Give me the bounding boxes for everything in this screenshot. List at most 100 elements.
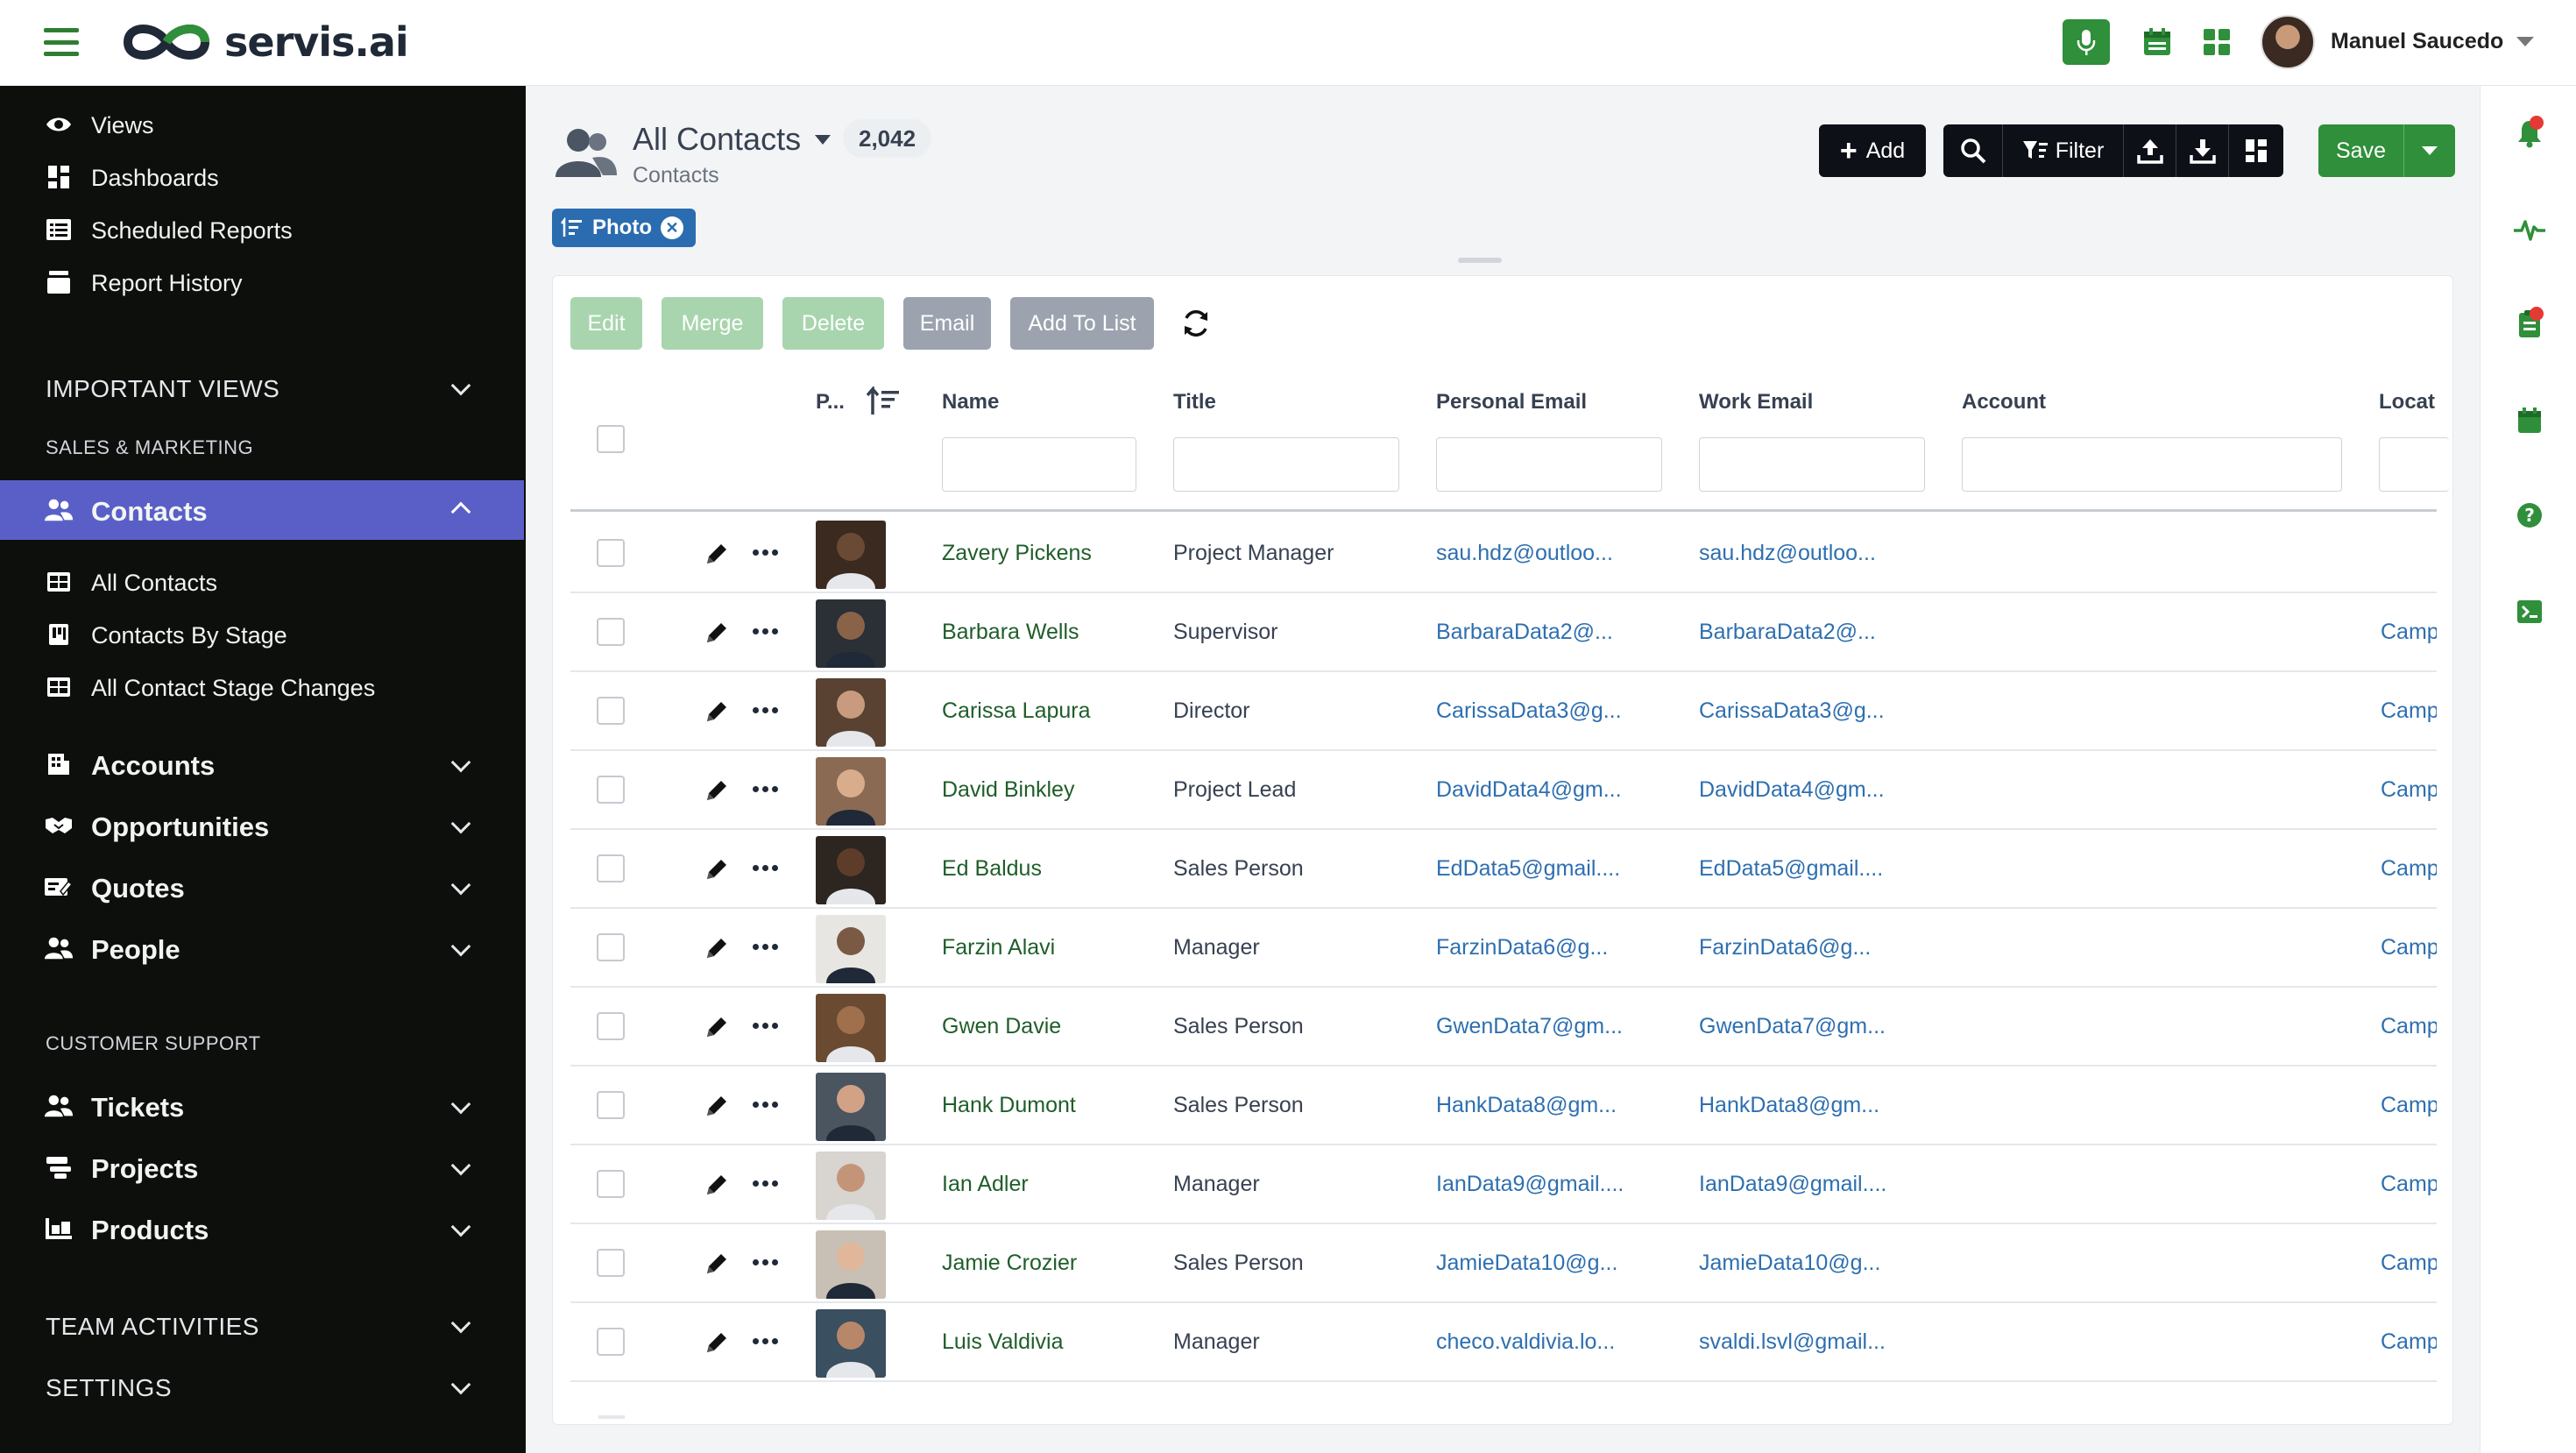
contact-photo[interactable] (816, 915, 886, 983)
row-checkbox[interactable] (597, 539, 625, 567)
contact-name[interactable]: Ian Adler (942, 1172, 1161, 1197)
location-cell[interactable]: Camp (2381, 856, 2437, 882)
table-row[interactable]: Farzin Alavi Manager FarzinData6@g... Farzi… (570, 909, 2437, 988)
location-cell[interactable]: Camp (2381, 1251, 2437, 1276)
save-button[interactable]: Save (2318, 124, 2404, 177)
row-checkbox[interactable] (597, 1012, 625, 1040)
contact-photo[interactable] (816, 678, 886, 747)
sidebar-item-people[interactable]: People (0, 927, 526, 971)
column-header-account[interactable]: Account (1962, 390, 2046, 415)
contact-name[interactable]: Carissa Lapura (942, 698, 1161, 724)
sidebar-item-opportunities[interactable]: Opportunities (0, 804, 526, 848)
table-row[interactable]: Ed Baldus Sales Person EdData5@gmail.... Ed… (570, 830, 2437, 909)
chevron-down-icon[interactable] (450, 1155, 471, 1176)
location-cell[interactable]: Camp (2381, 1093, 2437, 1118)
table-row[interactable]: Hank Dumont Sales Person HankData8@gm... Ha… (570, 1067, 2437, 1145)
layout-button[interactable] (2229, 124, 2283, 177)
user-avatar[interactable] (2261, 15, 2315, 69)
location-cell[interactable]: Camp (2381, 698, 2437, 724)
work-email-link[interactable]: JamieData10@g... (1699, 1251, 1944, 1276)
chevron-down-icon[interactable] (450, 1374, 471, 1395)
edit-pencil-icon[interactable] (704, 1014, 730, 1040)
chevron-up-icon[interactable] (450, 501, 471, 522)
edit-pencil-icon[interactable] (704, 620, 730, 646)
sidebar-item-views[interactable]: Views (0, 105, 526, 144)
location-cell[interactable]: Camp (2381, 935, 2437, 960)
page-title[interactable]: All Contacts (633, 121, 801, 158)
microphone-button[interactable] (2063, 19, 2110, 65)
contact-photo[interactable] (816, 1073, 886, 1141)
column-header-personal-email[interactable]: Personal Email (1436, 390, 1587, 415)
row-checkbox[interactable] (597, 1328, 625, 1356)
contact-name[interactable]: Ed Baldus (942, 856, 1161, 882)
row-checkbox[interactable] (597, 776, 625, 804)
work-email-link[interactable]: IanData9@gmail.... (1699, 1172, 1944, 1197)
more-options-icon[interactable] (753, 1180, 778, 1187)
apps-grid-icon[interactable] (2199, 25, 2234, 60)
work-email-filter-input[interactable] (1699, 437, 1925, 492)
personal-email-link[interactable]: GwenData7@gm... (1436, 1014, 1681, 1039)
location-cell[interactable]: Camp (2381, 777, 2437, 803)
personal-email-link[interactable]: FarzinData6@g... (1436, 935, 1681, 960)
remove-chip-icon[interactable]: ✕ (660, 216, 683, 239)
row-checkbox[interactable] (597, 618, 625, 646)
search-button[interactable] (1943, 124, 2003, 177)
personal-email-link[interactable]: BarbaraData2@... (1436, 620, 1681, 645)
column-header-photo[interactable]: P... (816, 390, 851, 415)
select-all-checkbox[interactable] (597, 425, 625, 453)
work-email-link[interactable]: GwenData7@gm... (1699, 1014, 1944, 1039)
table-row[interactable]: Zavery Pickens Project Manager sau.hdz@out… (570, 514, 2437, 593)
contact-photo[interactable] (816, 1152, 886, 1220)
work-email-link[interactable]: CarissaData3@g... (1699, 698, 1944, 724)
location-cell[interactable]: Camp (2381, 1172, 2437, 1197)
account-filter-input[interactable] (1962, 437, 2342, 492)
edit-button[interactable]: Edit (570, 297, 642, 350)
column-header-work-email[interactable]: Work Email (1699, 390, 1813, 415)
table-row[interactable]: Jamie Crozier Sales Person JamieData10@g..… (570, 1224, 2437, 1303)
table-row[interactable]: Luis Valdivia Manager checo.valdivia.lo...… (570, 1303, 2437, 1382)
more-options-icon[interactable] (753, 1023, 778, 1029)
work-email-link[interactable]: sau.hdz@outloo... (1699, 541, 1944, 566)
work-email-link[interactable]: BarbaraData2@... (1699, 620, 1944, 645)
task-list-icon[interactable] (2512, 307, 2547, 342)
add-to-list-button[interactable]: Add To List (1010, 297, 1154, 350)
chevron-down-icon[interactable] (450, 1313, 471, 1334)
chevron-down-icon[interactable] (450, 1094, 471, 1115)
title-filter-input[interactable] (1173, 437, 1399, 492)
edit-pencil-icon[interactable] (704, 777, 730, 804)
chevron-down-icon[interactable] (450, 1216, 471, 1237)
personal-email-link[interactable]: IanData9@gmail.... (1436, 1172, 1681, 1197)
column-header-name[interactable]: Name (942, 390, 999, 415)
contact-name[interactable]: Barbara Wells (942, 620, 1161, 645)
more-options-icon[interactable] (753, 865, 778, 871)
download-button[interactable] (2176, 124, 2229, 177)
logo[interactable]: servis.ai (121, 12, 409, 72)
sidebar-item-dashboards[interactable]: Dashboards (0, 158, 526, 196)
location-filter-input[interactable] (2379, 437, 2449, 492)
user-name[interactable]: Manuel Saucedo (2331, 29, 2503, 54)
add-button[interactable]: + Add (1819, 124, 1926, 177)
section-team-activities[interactable]: TEAM ACTIVITIES (46, 1313, 259, 1341)
sidebar-item-products[interactable]: Products (0, 1208, 526, 1251)
personal-email-link[interactable]: EdData5@gmail.... (1436, 856, 1681, 882)
hamburger-menu-icon[interactable] (44, 28, 79, 56)
help-icon[interactable]: ? (2512, 498, 2547, 533)
more-options-icon[interactable] (753, 1259, 778, 1265)
more-options-icon[interactable] (753, 707, 778, 713)
work-email-link[interactable]: FarzinData6@g... (1699, 935, 1944, 960)
save-options-button[interactable] (2404, 124, 2455, 177)
row-checkbox[interactable] (597, 1170, 625, 1198)
edit-pencil-icon[interactable] (704, 698, 730, 725)
contact-photo[interactable] (816, 599, 886, 668)
table-row[interactable]: Ian Adler Manager IanData9@gmail.... IanDat… (570, 1145, 2437, 1224)
row-checkbox[interactable] (597, 697, 625, 725)
section-important-views[interactable]: IMPORTANT VIEWS (46, 375, 280, 403)
table-row[interactable]: Carissa Lapura Director CarissaData3@g... C… (570, 672, 2437, 751)
contact-name[interactable]: Farzin Alavi (942, 935, 1161, 960)
contact-name[interactable]: David Binkley (942, 777, 1161, 803)
more-options-icon[interactable] (753, 1338, 778, 1344)
contact-name[interactable]: Jamie Crozier (942, 1251, 1161, 1276)
chevron-down-icon[interactable] (450, 375, 471, 396)
contact-photo[interactable] (816, 1309, 886, 1378)
sort-descending-icon[interactable] (867, 386, 902, 416)
